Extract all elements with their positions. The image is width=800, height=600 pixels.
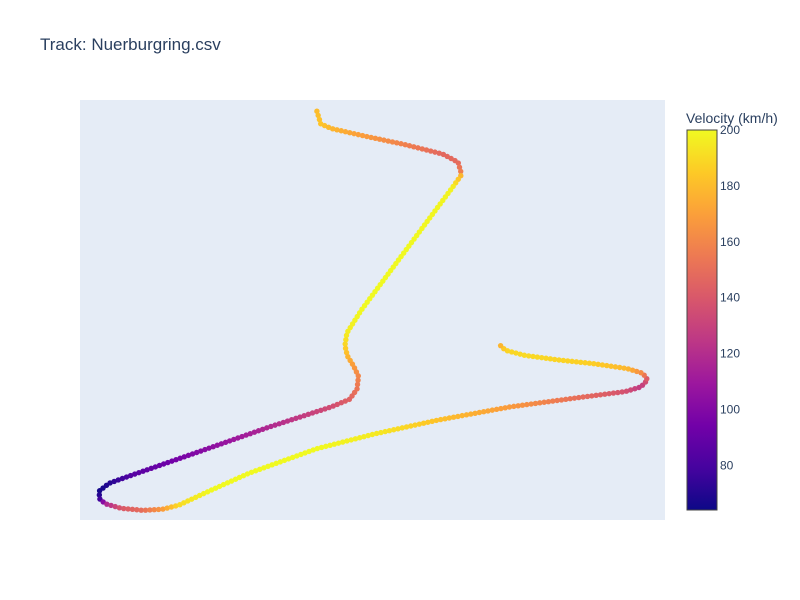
colorbar-tick-label: 100 — [720, 402, 740, 416]
track-point — [497, 342, 504, 349]
colorbar-tick-label: 200 — [720, 123, 740, 137]
colorbar-tick-label: 120 — [720, 347, 740, 361]
track-chart: Track: Nuerburgring.csv Velocity (km/h) … — [40, 35, 778, 520]
colorbar: Velocity (km/h) 80100120140160180200 — [686, 110, 778, 511]
plot-area — [80, 100, 665, 520]
colorbar-ticks: 80 100 120 140 160 180 200 — [720, 123, 740, 472]
colorbar-tick-label: 180 — [720, 179, 740, 193]
colorbar-tick-label: 80 — [720, 458, 734, 472]
colorbar-gradient — [686, 129, 718, 511]
colorbar-tick-label: 140 — [720, 291, 740, 305]
colorbar-tick-label: 160 — [720, 235, 740, 249]
chart-title: Track: Nuerburgring.csv — [40, 35, 221, 54]
